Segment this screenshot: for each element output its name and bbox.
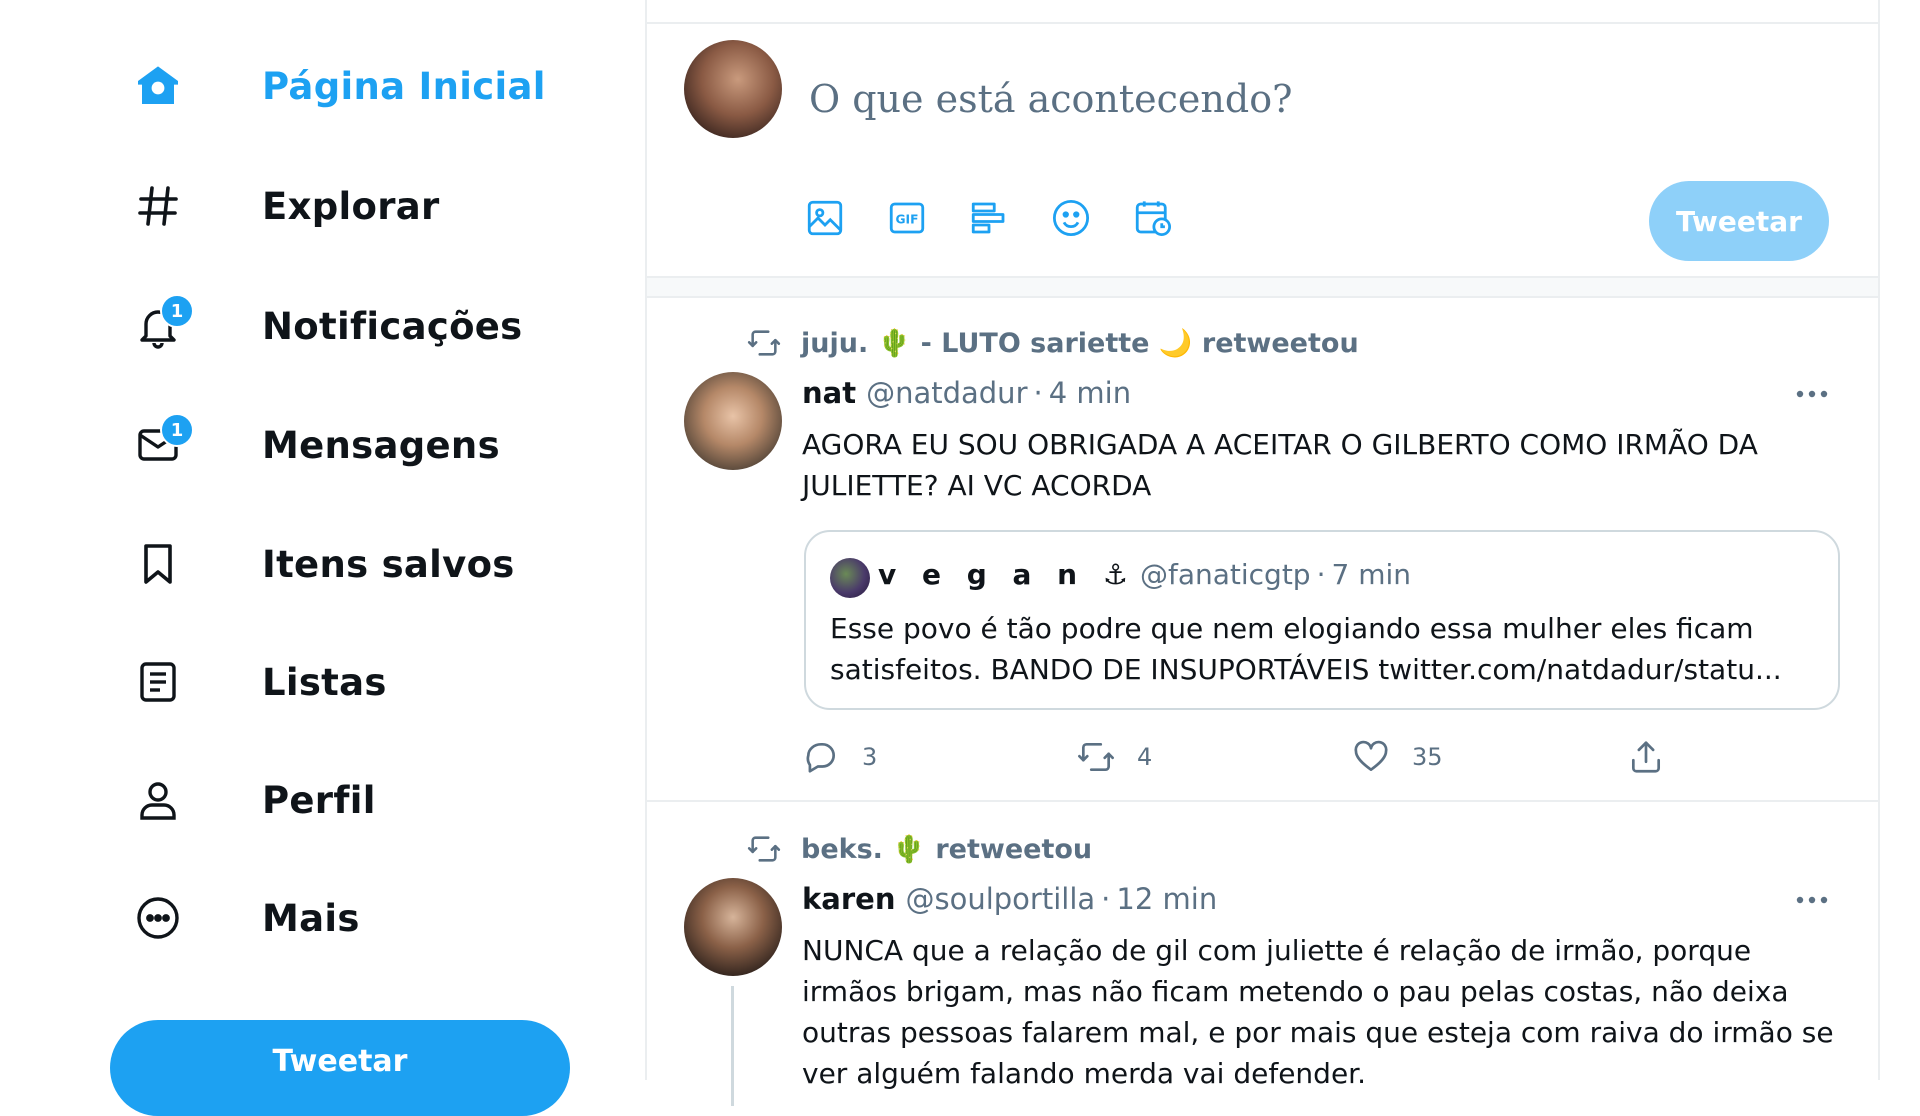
- header-divider: [647, 0, 1878, 24]
- avatar[interactable]: [684, 878, 782, 976]
- message-badge: 1: [160, 413, 194, 447]
- like-button[interactable]: 35: [1352, 738, 1443, 776]
- sidebar-item-home[interactable]: Página Inicial: [132, 54, 546, 118]
- sidebar-item-label: Página Inicial: [262, 64, 546, 108]
- share-button[interactable]: [1627, 738, 1687, 776]
- quoted-tweet-time: 7 min: [1331, 558, 1411, 591]
- quoted-tweet[interactable]: v e g a n ⚓ @fanaticgtp · 7 min Esse pov…: [804, 530, 1840, 710]
- avatar: [830, 558, 870, 598]
- svg-text:GIF: GIF: [896, 212, 919, 226]
- tweet-time[interactable]: 4 min: [1049, 376, 1131, 410]
- sidebar-item-label: Notificações: [262, 304, 523, 348]
- share-icon: [1631, 741, 1661, 773]
- reply-button[interactable]: 3: [802, 738, 877, 776]
- retweet-icon: [1078, 742, 1114, 772]
- person-icon: [132, 774, 184, 826]
- retweet-count: 4: [1137, 743, 1153, 771]
- retweet-icon: [747, 836, 781, 862]
- section-divider: [647, 276, 1878, 298]
- sidebar-nav: Página Inicial Explorar 1 Notificações 1…: [0, 0, 645, 1116]
- sidebar-item-label: Itens salvos: [262, 542, 515, 586]
- separator-dot: ·: [1101, 882, 1111, 916]
- sidebar-tweet-button[interactable]: Tweetar: [110, 1020, 570, 1116]
- more-options-icon[interactable]: [1792, 382, 1832, 406]
- tweet-text: AGORA EU SOU OBRIGADA A ACEITAR O GILBER…: [802, 428, 1758, 502]
- more-options-icon[interactable]: [1792, 888, 1832, 912]
- sidebar-item-profile[interactable]: Perfil: [132, 768, 376, 832]
- tweet-text: NUNCA que a relação de gil com juliette …: [802, 934, 1834, 1090]
- quoted-author-handle: @fanaticgtp: [1139, 558, 1311, 591]
- retweeted-by-text[interactable]: juju. 🌵 - LUTO sariette 🌙 retweetou: [801, 327, 1359, 359]
- retweet-button[interactable]: 4: [1077, 738, 1152, 776]
- retweet-icon: [747, 330, 781, 356]
- tweet-header: nat @natdadur · 4 min: [802, 376, 1131, 410]
- tweet-header: karen @soulportilla · 12 min: [802, 882, 1217, 916]
- heart-icon: [1354, 740, 1388, 772]
- compose-input[interactable]: [807, 68, 1711, 130]
- notification-badge: 1: [160, 294, 194, 328]
- quoted-author-name: v e g a n ⚓: [878, 558, 1136, 591]
- compose-tweet-button[interactable]: Tweetar: [1649, 181, 1829, 261]
- separator-dot: ·: [1033, 376, 1043, 410]
- author-handle[interactable]: @natdadur: [866, 376, 1027, 410]
- sidebar-item-bookmarks[interactable]: Itens salvos: [132, 532, 515, 596]
- tweet-composer: GIF Tweetar: [647, 24, 1878, 276]
- tweet-actions: 3 4 35: [802, 738, 1842, 782]
- retweet-context: beks. 🌵 retweetou: [747, 832, 1092, 866]
- list-icon: [132, 656, 184, 708]
- quoted-tweet-text: Esse povo é tão podre que nem elogiando …: [830, 612, 1782, 686]
- sidebar-item-label: Explorar: [262, 184, 440, 228]
- tweet-time[interactable]: 12 min: [1116, 882, 1217, 916]
- retweet-context: juju. 🌵 - LUTO sariette 🌙 retweetou: [747, 326, 1359, 360]
- gif-icon[interactable]: GIF: [885, 196, 929, 240]
- sidebar-item-lists[interactable]: Listas: [132, 650, 387, 714]
- mail-icon: 1: [132, 413, 194, 471]
- avatar[interactable]: [684, 40, 782, 138]
- reply-count: 3: [862, 743, 878, 771]
- author-handle[interactable]: @soulportilla: [905, 882, 1095, 916]
- sidebar-item-label: Mais: [262, 896, 360, 940]
- thread-line: [731, 986, 734, 1106]
- sidebar-item-more[interactable]: Mais: [132, 886, 360, 950]
- twitter-app: Página Inicial Explorar 1 Notificações 1…: [0, 0, 1920, 1116]
- author-name[interactable]: nat: [802, 376, 856, 410]
- bookmark-icon: [132, 538, 184, 590]
- author-name[interactable]: karen: [802, 882, 895, 916]
- image-icon[interactable]: [803, 196, 847, 240]
- emoji-icon[interactable]: [1049, 196, 1093, 240]
- like-count: 35: [1412, 743, 1443, 771]
- quoted-tweet-header: v e g a n ⚓ @fanaticgtp · 7 min: [878, 558, 1411, 591]
- schedule-icon[interactable]: [1131, 196, 1175, 240]
- more-circle-icon: [132, 892, 184, 944]
- poll-icon[interactable]: [967, 196, 1011, 240]
- sidebar-item-messages[interactable]: 1 Mensagens: [132, 413, 500, 477]
- tweet[interactable]: beks. 🌵 retweetou karen @soulportilla · …: [647, 804, 1878, 1106]
- sidebar-item-label: Listas: [262, 660, 387, 704]
- avatar[interactable]: [684, 372, 782, 470]
- sidebar-item-explore[interactable]: Explorar: [132, 174, 440, 238]
- reply-icon: [806, 742, 835, 773]
- hashtag-icon: [132, 180, 184, 232]
- timeline: GIF Tweetar juju. 🌵 - LUTO sariette 🌙 re…: [645, 0, 1880, 1106]
- home-icon: [132, 60, 184, 112]
- sidebar-item-label: Perfil: [262, 778, 376, 822]
- sidebar-item-label: Mensagens: [262, 423, 500, 467]
- separator-dot: ·: [1316, 558, 1326, 591]
- bell-icon: 1: [132, 294, 194, 352]
- retweeted-by-text[interactable]: beks. 🌵 retweetou: [801, 833, 1092, 865]
- tweet[interactable]: juju. 🌵 - LUTO sariette 🌙 retweetou nat …: [647, 298, 1878, 802]
- sidebar-item-notifications[interactable]: 1 Notificações: [132, 294, 523, 358]
